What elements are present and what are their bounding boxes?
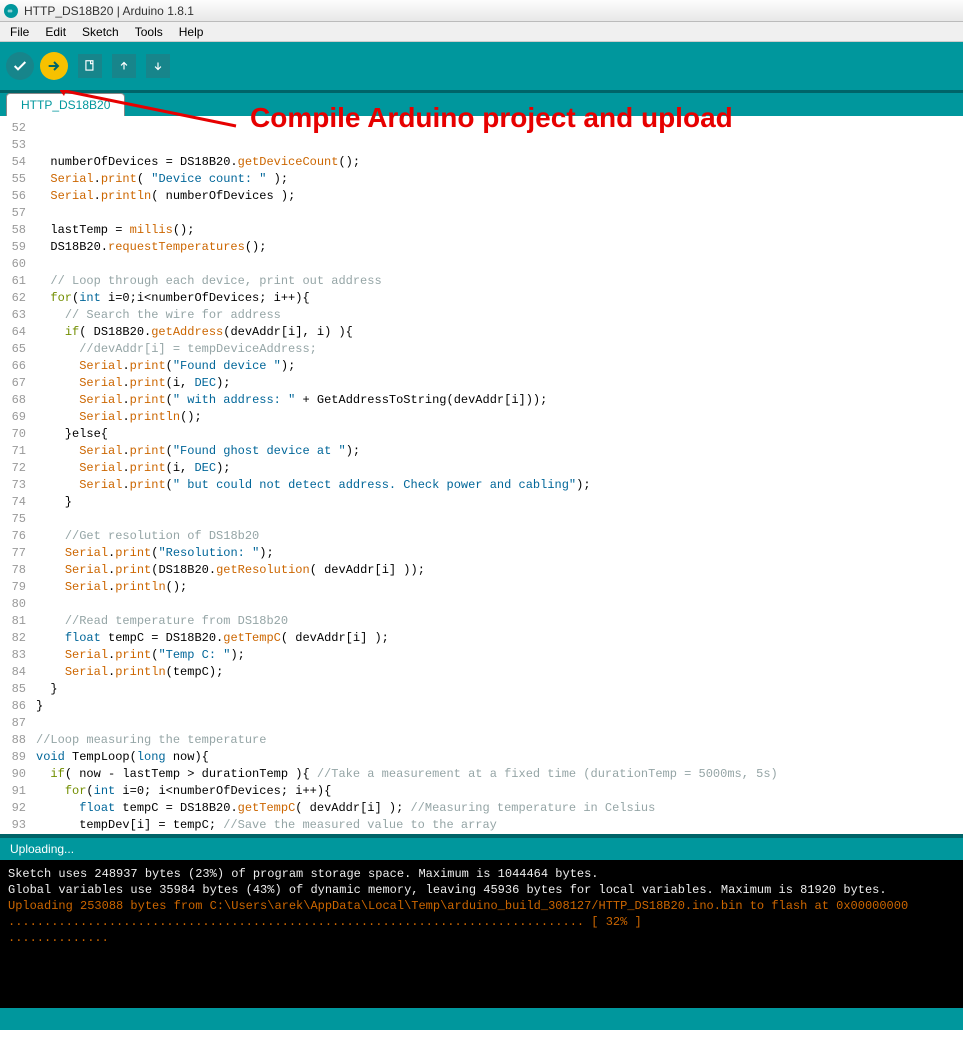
open-sketch-button[interactable] (112, 54, 136, 78)
status-text: Uploading... (10, 842, 74, 856)
menubar: File Edit Sketch Tools Help (0, 22, 963, 42)
menu-help[interactable]: Help (173, 23, 210, 41)
code-area[interactable]: numberOfDevices = DS18B20.getDeviceCount… (32, 116, 963, 834)
tab-sketch[interactable]: HTTP_DS18B20 (6, 93, 125, 116)
console-line: Sketch uses 248937 bytes (23%) of progra… (8, 867, 599, 881)
verify-button[interactable] (6, 52, 34, 80)
output-console[interactable]: Sketch uses 248937 bytes (23%) of progra… (0, 860, 963, 1008)
menu-file[interactable]: File (4, 23, 35, 41)
footer-bar (0, 1008, 963, 1030)
menu-edit[interactable]: Edit (39, 23, 72, 41)
arduino-logo-icon (4, 4, 18, 18)
window-titlebar: HTTP_DS18B20 | Arduino 1.8.1 (0, 0, 963, 22)
console-line: Uploading 253088 bytes from C:\Users\are… (8, 899, 908, 913)
status-bar: Uploading... (0, 838, 963, 860)
new-sketch-button[interactable] (78, 54, 102, 78)
window-title: HTTP_DS18B20 | Arduino 1.8.1 (24, 4, 194, 18)
console-line: Global variables use 35984 bytes (43%) o… (8, 883, 887, 897)
save-sketch-button[interactable] (146, 54, 170, 78)
code-editor[interactable]: 52 53 54 55 56 57 58 59 60 61 62 63 64 6… (0, 116, 963, 834)
menu-sketch[interactable]: Sketch (76, 23, 125, 41)
toolbar (0, 42, 963, 90)
tab-bar: HTTP_DS18B20 (0, 90, 963, 116)
upload-button[interactable] (40, 52, 68, 80)
line-gutter: 52 53 54 55 56 57 58 59 60 61 62 63 64 6… (0, 116, 32, 834)
console-line: ........................................… (8, 915, 642, 929)
menu-tools[interactable]: Tools (129, 23, 169, 41)
console-line: .............. (8, 931, 109, 945)
